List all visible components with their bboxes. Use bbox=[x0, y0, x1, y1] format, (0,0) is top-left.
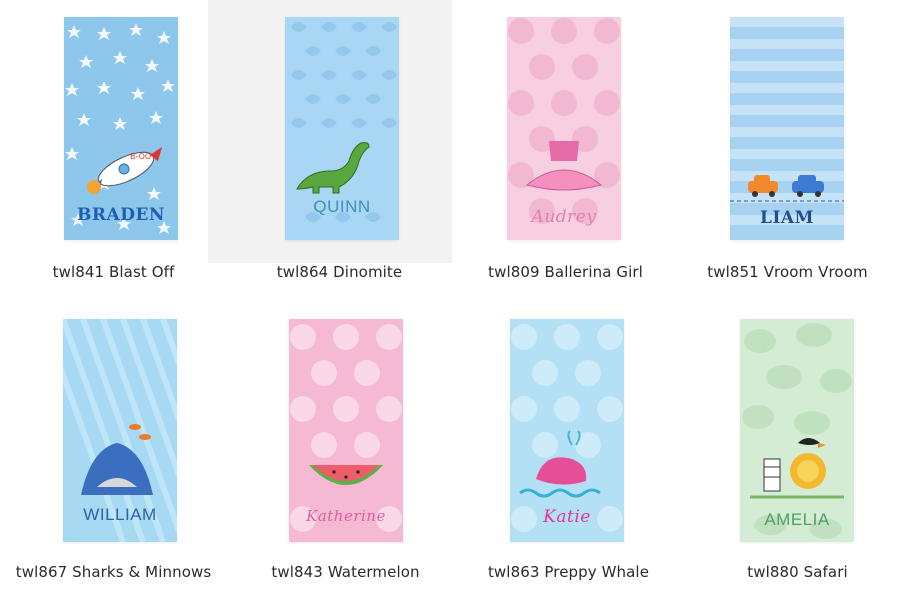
towel-image[interactable]: Katie bbox=[510, 319, 624, 542]
product-title[interactable]: twl867 Sharks & Minnows bbox=[0, 563, 227, 581]
product-card[interactable]: AMELIA twl880 Safari bbox=[684, 300, 911, 593]
product-title[interactable]: twl843 Watermelon bbox=[232, 563, 459, 581]
towel-name: Audrey bbox=[531, 207, 597, 227]
towel-image[interactable]: AMELIA bbox=[740, 319, 854, 542]
towel-name: Katherine bbox=[306, 507, 386, 525]
towel-name: QUINN bbox=[313, 197, 371, 216]
product-card[interactable]: LIAM twl851 Vroom Vroom bbox=[674, 0, 901, 300]
product-card[interactable]: B-OO BRADEN twl841 Blast Off bbox=[0, 0, 227, 300]
towel-name: BRADEN bbox=[77, 205, 165, 225]
product-card[interactable]: QUINN twl864 Dinomite bbox=[208, 0, 471, 300]
product-card[interactable]: Katherine twl843 Watermelon bbox=[232, 300, 459, 593]
product-card[interactable]: Katie twl863 Preppy Whale bbox=[455, 300, 682, 593]
towel-name: Katie bbox=[543, 507, 591, 527]
product-title[interactable]: twl880 Safari bbox=[684, 563, 911, 581]
product-title[interactable]: twl863 Preppy Whale bbox=[455, 563, 682, 581]
product-title[interactable]: twl864 Dinomite bbox=[208, 263, 471, 281]
towel-name: WILLIAM bbox=[83, 505, 157, 524]
product-grid: B-OO BRADEN twl841 Blast Off QUINN twl86… bbox=[0, 0, 911, 593]
product-title[interactable]: twl851 Vroom Vroom bbox=[674, 263, 901, 281]
towel-image[interactable]: Audrey bbox=[507, 17, 621, 240]
product-card[interactable]: Audrey twl809 Ballerina Girl bbox=[452, 0, 679, 300]
towel-name: LIAM bbox=[760, 208, 814, 228]
product-title[interactable]: twl809 Ballerina Girl bbox=[452, 263, 679, 281]
towel-name: AMELIA bbox=[764, 510, 830, 529]
towel-image[interactable]: QUINN bbox=[285, 17, 399, 240]
towel-image[interactable]: LIAM bbox=[730, 17, 844, 240]
product-card[interactable]: WILLIAM twl867 Sharks & Minnows bbox=[0, 300, 227, 593]
svg-text:B-OO: B-OO bbox=[130, 152, 151, 161]
towel-image[interactable]: WILLIAM bbox=[63, 319, 177, 542]
product-title[interactable]: twl841 Blast Off bbox=[0, 263, 227, 281]
towel-image[interactable]: B-OO BRADEN bbox=[64, 17, 178, 240]
towel-image[interactable]: Katherine bbox=[289, 319, 403, 542]
